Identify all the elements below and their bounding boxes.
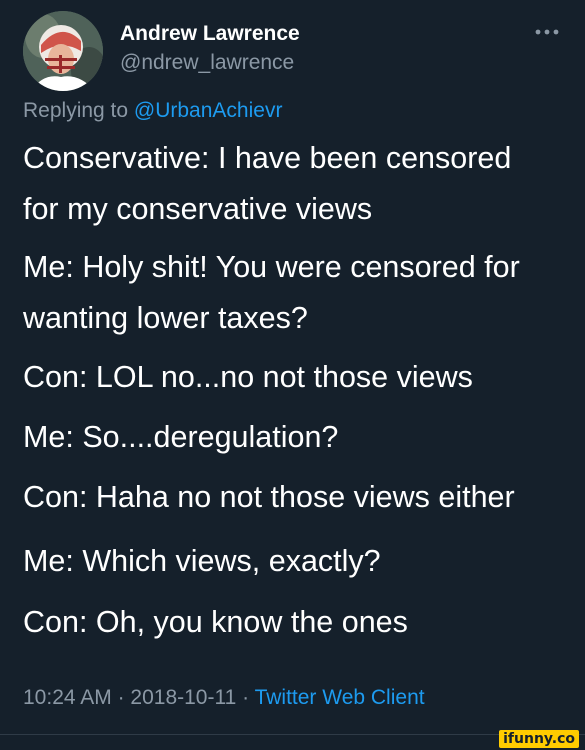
tweet-text-line: for my conservative views xyxy=(23,192,373,226)
divider xyxy=(0,734,585,735)
tweet-text-line: Me: Which views, exactly? xyxy=(23,544,381,578)
tweet-date[interactable]: 2018-10-11 xyxy=(130,686,236,709)
author-handle[interactable]: @ndrew_lawrence xyxy=(120,51,294,75)
replying-to-label: Replying to xyxy=(23,99,134,122)
replying-to: Replying to @UrbanAchievr xyxy=(23,99,282,123)
tweet-metadata: 10:24 AM · 2018-10-11 · Twitter Web Clie… xyxy=(23,686,425,710)
tweet-text-line: wanting lower taxes? xyxy=(23,301,308,335)
reply-mention-link[interactable]: @UrbanAchievr xyxy=(134,99,283,122)
meta-separator: · xyxy=(236,686,255,709)
avatar[interactable] xyxy=(23,11,103,91)
meta-separator: · xyxy=(111,686,131,709)
tweet-text-line: Me: So....deregulation? xyxy=(23,420,339,454)
tweet-source-link[interactable]: Twitter Web Client xyxy=(255,686,425,709)
tweet-text-line: Con: Oh, you know the ones xyxy=(23,605,408,639)
tweet: Andrew Lawrence @ndrew_lawrence Replying… xyxy=(0,0,585,750)
tweet-text-line: Me: Holy shit! You were censored for xyxy=(23,250,520,284)
tweet-text-line: Con: LOL no...no not those views xyxy=(23,360,473,394)
avatar-image xyxy=(23,11,103,91)
author-display-name[interactable]: Andrew Lawrence xyxy=(120,22,300,46)
tweet-text-line: Con: Haha no not those views either xyxy=(23,480,515,514)
ifunny-watermark: ifunny.co xyxy=(499,730,579,748)
more-horizontal-icon[interactable] xyxy=(534,26,560,38)
tweet-time[interactable]: 10:24 AM xyxy=(23,686,112,709)
tweet-text-line: Conservative: I have been censored xyxy=(23,141,512,175)
